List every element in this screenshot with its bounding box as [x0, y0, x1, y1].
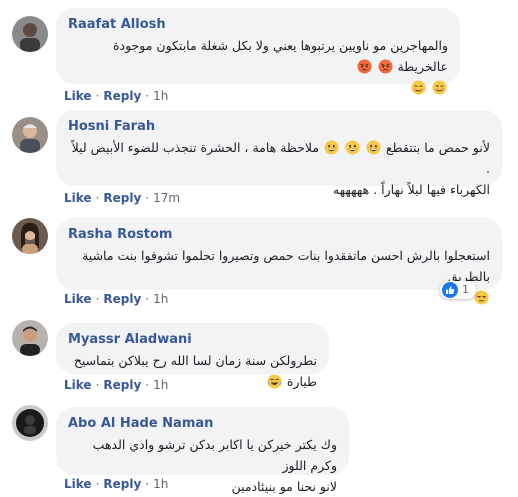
avatar[interactable] — [12, 405, 48, 441]
comment-bubble: Raafat Allosh والمهاجرين مو ناويين يرتبو… — [56, 8, 460, 95]
like-link[interactable]: Like — [64, 378, 92, 392]
grinning-face-icon — [366, 140, 381, 155]
commenter-name[interactable]: Raafat Allosh — [68, 16, 448, 33]
comment-text-line: لانو نحنا مو بنيئادمين — [231, 479, 337, 494]
comment-text-line: استعجلوا بالرش احسن ماتفقدوا بنات حمص وت… — [82, 248, 490, 284]
reply-link[interactable]: Reply — [103, 477, 141, 491]
like-thumb-icon — [442, 282, 458, 298]
timestamp[interactable]: 1h — [153, 292, 168, 306]
comment-actions: Like · Reply · 17m — [64, 191, 181, 205]
reply-link[interactable]: Reply — [103, 292, 141, 306]
like-link[interactable]: Like — [64, 292, 92, 306]
commenter-name[interactable]: Hosni Farah — [68, 118, 490, 135]
comment-actions: Like · Reply · 1h — [64, 292, 169, 306]
avatar[interactable] — [12, 320, 48, 356]
commenter-name[interactable]: Myassr Aladwani — [68, 331, 317, 348]
grinning-face-icon — [324, 140, 339, 155]
reaction-summary[interactable]: 1 — [440, 281, 476, 299]
avatar[interactable] — [12, 218, 48, 254]
reply-link[interactable]: Reply — [103, 191, 141, 205]
comment-text-line: الكهرباء فيها ليلاً نهاراً . هههههه — [332, 182, 490, 197]
comment-actions: Like · Reply · 1h — [64, 89, 169, 103]
angry-face-icon — [357, 59, 372, 74]
comment-text-line: لأنو حمص ما بتتقطع — [385, 140, 490, 155]
like-link[interactable]: Like — [64, 191, 92, 205]
comment-text-line: والمهاجرين مو ناويين يرتبوها يعني ولا بك… — [112, 38, 448, 74]
commenter-name[interactable]: Abo Al Hade Naman — [68, 415, 337, 432]
smiling-face-icon — [411, 80, 426, 95]
timestamp[interactable]: 1h — [153, 378, 168, 392]
timestamp[interactable]: 1h — [153, 89, 168, 103]
angry-face-icon — [378, 59, 393, 74]
grinning-face-icon — [345, 140, 360, 155]
timestamp[interactable]: 17m — [153, 191, 180, 205]
comment-bubble: Hosni Farah لأنو حمص ما بتتقطع ملاحظة ها… — [56, 110, 502, 197]
smiling-face-icon — [432, 80, 447, 95]
like-link[interactable]: Like — [64, 89, 92, 103]
timestamp[interactable]: 1h — [153, 477, 168, 491]
commenter-name[interactable]: Rasha Rostom — [68, 226, 490, 243]
like-link[interactable]: Like — [64, 477, 92, 491]
reaction-count: 1 — [462, 283, 469, 296]
reply-link[interactable]: Reply — [103, 378, 141, 392]
comment-bubble: Myassr Aladwani نطرولكن سنة زمان لسا الل… — [56, 323, 329, 389]
tears-of-joy-face-icon — [267, 374, 282, 389]
comment-actions: Like · Reply · 1h — [64, 378, 169, 392]
comment-actions: Like · Reply · 1h — [64, 477, 169, 491]
comment-bubble: Abo Al Hade Naman وك يكتر خيركن يا اكابر… — [56, 407, 349, 494]
unamused-face-icon — [474, 290, 489, 305]
comment-text-line: وك يكتر خيركن يا اكابر بدكن ترشو وادي ال… — [92, 437, 337, 473]
avatar[interactable] — [12, 117, 48, 153]
avatar[interactable] — [12, 16, 48, 52]
comment-bubble: Rasha Rostom استعجلوا بالرش احسن ماتفقدو… — [56, 218, 502, 305]
reply-link[interactable]: Reply — [103, 89, 141, 103]
